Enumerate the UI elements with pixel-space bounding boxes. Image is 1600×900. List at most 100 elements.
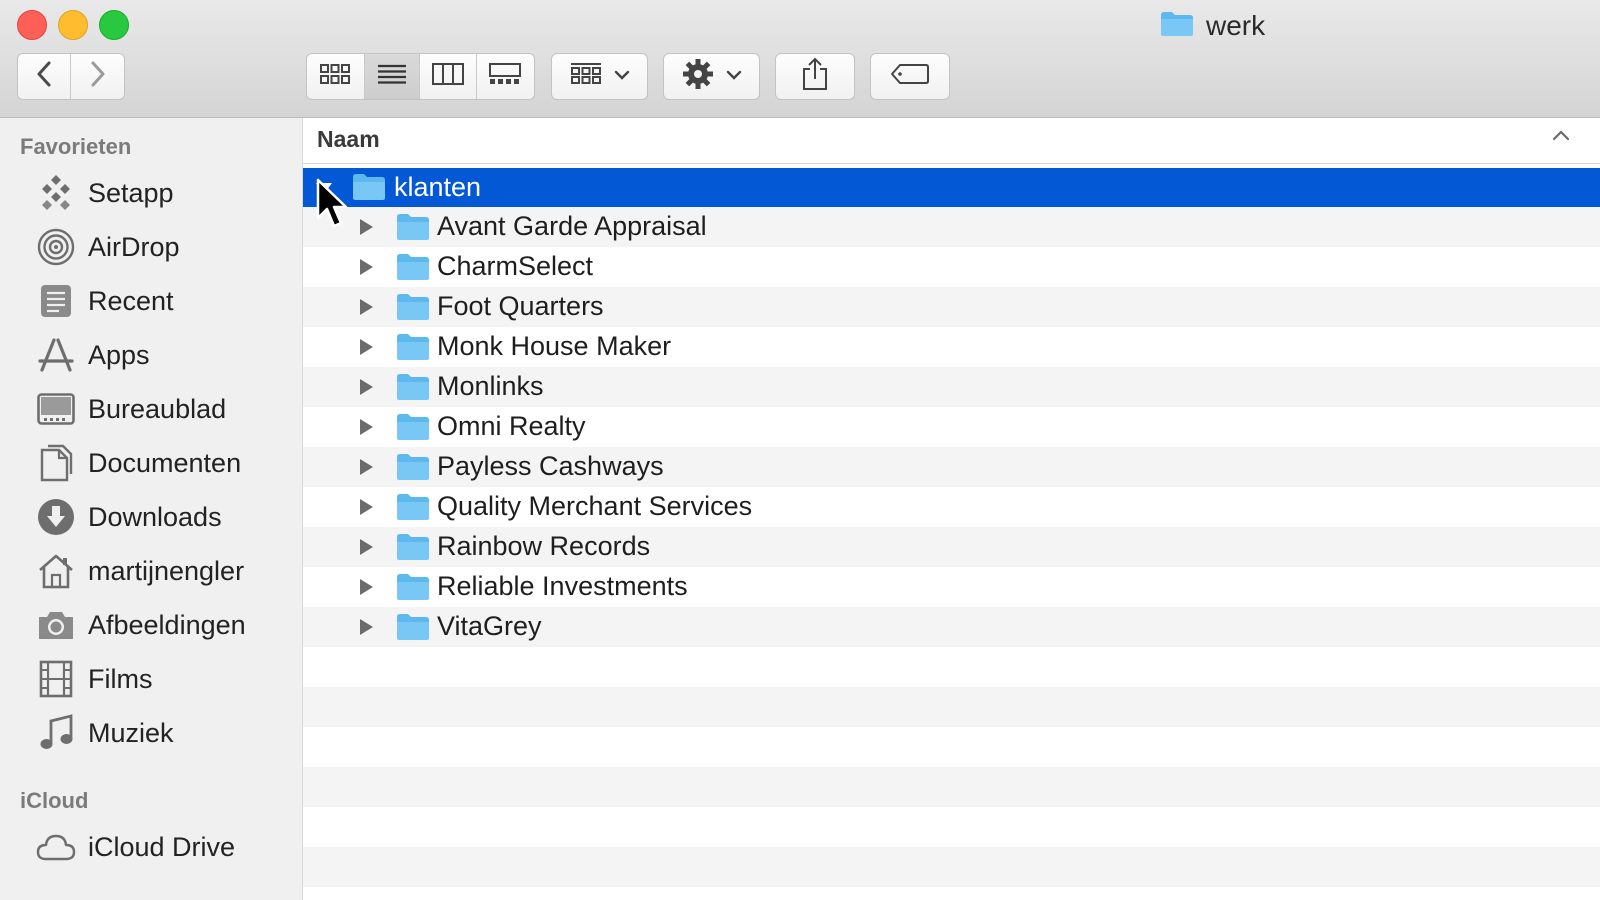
recent-icon	[36, 281, 76, 321]
sidebar-item-recent[interactable]: Recent	[36, 278, 291, 324]
icon-view-icon	[320, 63, 351, 90]
sidebar-item-icloud-drive[interactable]: iCloud Drive	[36, 824, 291, 870]
tag-button[interactable]	[870, 53, 950, 100]
sidebar-item-downloads[interactable]: Downloads	[36, 494, 291, 540]
folder-row[interactable]: Reliable Investments	[303, 567, 1600, 607]
forward-button[interactable]	[71, 54, 124, 99]
chevron-right-icon	[90, 61, 106, 92]
folder-row[interactable]: Monlinks	[303, 367, 1600, 407]
icon-view-button[interactable]	[307, 54, 365, 99]
chevron-left-icon	[36, 61, 52, 92]
close-window-button[interactable]	[17, 10, 47, 40]
gallery-view-button[interactable]	[476, 54, 534, 99]
folder-icon	[396, 293, 430, 326]
disclosure-triangle-collapsed-icon[interactable]	[357, 337, 375, 357]
folder-icon	[1160, 11, 1194, 42]
column-view-icon	[431, 63, 464, 90]
chevron-down-icon	[614, 68, 630, 86]
disclosure-triangle-collapsed-icon[interactable]	[357, 497, 375, 517]
column-header-label: Naam	[317, 126, 380, 152]
folder-name: klanten	[394, 172, 482, 202]
folder-name: Monlinks	[437, 371, 544, 401]
window-title: werk	[1160, 6, 1265, 46]
group-icon	[570, 62, 602, 91]
document-icon	[36, 443, 76, 483]
empty-row	[303, 807, 1600, 847]
disclosure-triangle-collapsed-icon[interactable]	[357, 377, 375, 397]
folder-row[interactable]: Rainbow Records	[303, 527, 1600, 567]
column-header-name[interactable]: Naam	[303, 118, 1600, 164]
group-button[interactable]	[551, 53, 648, 100]
folder-row[interactable]: Foot Quarters	[303, 287, 1600, 327]
sidebar-item-desktop[interactable]: Bureaublad	[36, 386, 291, 432]
sidebar-item-label: Muziek	[88, 717, 174, 748]
folder-icon	[396, 493, 430, 526]
sidebar-item-airdrop[interactable]: AirDrop	[36, 224, 291, 270]
back-button[interactable]	[18, 54, 72, 99]
sidebar-item-pictures[interactable]: Afbeeldingen	[36, 602, 291, 648]
folder-row[interactable]: Avant Garde Appraisal	[303, 207, 1600, 247]
empty-row	[303, 687, 1600, 727]
folder-name: Monk House Maker	[437, 331, 672, 361]
disclosure-triangle-collapsed-icon[interactable]	[357, 457, 375, 477]
list-view-button[interactable]	[364, 54, 421, 99]
folder-row[interactable]: VitaGrey	[303, 607, 1600, 647]
chevron-down-icon	[726, 68, 742, 86]
disclosure-triangle-collapsed-icon[interactable]	[357, 617, 375, 637]
airdrop-icon	[36, 227, 76, 267]
share-button[interactable]	[775, 53, 855, 100]
sidebar-item-label: Documenten	[88, 447, 242, 478]
sidebar-item-label: AirDrop	[88, 231, 180, 262]
zoom-window-button[interactable]	[99, 10, 129, 40]
sidebar-item-home[interactable]: martijnengler	[36, 548, 291, 594]
folder-icon	[396, 373, 430, 406]
sidebar-item-apps[interactable]: Apps	[36, 332, 291, 378]
finder-window: werk Favorieten Setapp AirDrop Recent Ap…	[0, 0, 1600, 900]
sidebar-section-icloud: iCloud	[20, 788, 89, 813]
sidebar-item-films[interactable]: Films	[36, 656, 291, 702]
folder-row[interactable]: Quality Merchant Services	[303, 487, 1600, 527]
disclosure-triangle-collapsed-icon[interactable]	[357, 217, 375, 237]
folder-icon	[396, 573, 430, 606]
sidebar-item-label: Recent	[88, 285, 174, 316]
folder-name: Foot Quarters	[437, 291, 604, 321]
folder-row[interactable]: Payless Cashways	[303, 447, 1600, 487]
sidebar-item-label: Afbeeldingen	[88, 609, 246, 640]
column-view-button[interactable]	[420, 54, 477, 99]
sidebar-item-documents[interactable]: Documenten	[36, 440, 291, 486]
folder-row[interactable]: CharmSelect	[303, 247, 1600, 287]
gear-icon	[682, 58, 714, 95]
sidebar-section-favorites: Favorieten	[20, 134, 132, 159]
disclosure-triangle-collapsed-icon[interactable]	[357, 577, 375, 597]
navigation-buttons	[17, 53, 125, 100]
disclosure-triangle-collapsed-icon[interactable]	[357, 297, 375, 317]
folder-icon	[396, 213, 430, 246]
share-icon	[801, 57, 829, 96]
gallery-view-icon	[489, 63, 522, 90]
minimize-window-button[interactable]	[58, 10, 88, 40]
empty-row	[303, 847, 1600, 887]
folder-name: Rainbow Records	[437, 531, 651, 561]
sidebar-item-label: martijnengler	[88, 555, 245, 586]
sidebar-item-label: Apps	[88, 339, 150, 370]
disclosure-triangle-collapsed-icon[interactable]	[357, 257, 375, 277]
disclosure-triangle-collapsed-icon[interactable]	[357, 537, 375, 557]
sort-ascending-icon	[1552, 128, 1570, 146]
folder-row[interactable]: Monk House Maker	[303, 327, 1600, 367]
list-view-icon	[377, 63, 407, 90]
sidebar-item-setapp[interactable]: Setapp	[36, 170, 291, 216]
folder-icon	[396, 413, 430, 446]
folder-row[interactable]: Omni Realty	[303, 407, 1600, 447]
sidebar-item-music[interactable]: Muziek	[36, 710, 291, 756]
folder-name: Payless Cashways	[437, 451, 664, 481]
empty-row	[303, 767, 1600, 807]
sidebar-item-label: Bureaublad	[88, 393, 227, 424]
folder-row-klanten[interactable]: klanten	[303, 168, 1600, 208]
disclosure-triangle-collapsed-icon[interactable]	[357, 417, 375, 437]
empty-row	[303, 727, 1600, 767]
action-menu-button[interactable]	[663, 53, 760, 100]
camera-icon	[36, 605, 76, 645]
folder-name: Omni Realty	[437, 411, 586, 441]
empty-row	[303, 647, 1600, 687]
file-list: Naam klanten Avant Garde Appraisal Charm…	[303, 118, 1600, 900]
